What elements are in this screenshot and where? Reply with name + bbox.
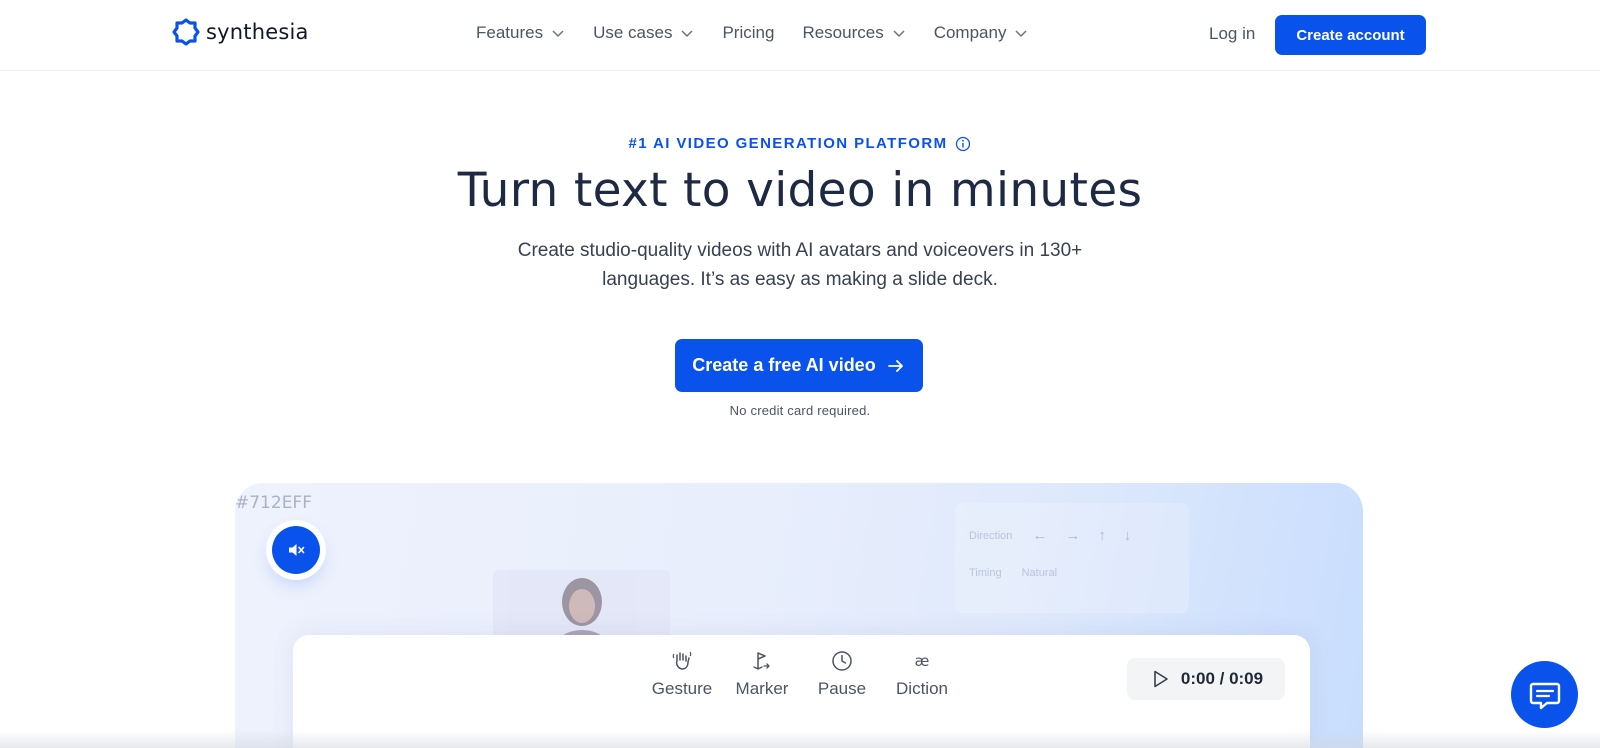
chat-icon: [1529, 682, 1560, 709]
nav-label: Use cases: [593, 23, 673, 42]
arrow-left-icon[interactable]: ←: [1032, 527, 1047, 544]
no-credit-card-note: No credit card required.: [729, 403, 871, 418]
direction-label: Direction: [969, 529, 1013, 542]
nav-item-company[interactable]: Company: [934, 23, 1029, 43]
tool-gesture[interactable]: Gesture: [651, 649, 713, 699]
nav-item-features[interactable]: Features: [476, 23, 565, 43]
chat-launcher-button[interactable]: [1511, 661, 1578, 728]
nav-label: Features: [476, 23, 544, 42]
site-header: synthesia Features Use cases Pricing Res…: [0, 0, 1600, 71]
hero-eyebrow: #1 AI VIDEO GENERATION PLATFORM: [0, 135, 1600, 152]
speaker-muted-icon: [289, 544, 305, 556]
arrow-right-icon[interactable]: →: [1065, 527, 1080, 544]
bottom-shadow: [0, 730, 1600, 748]
nav-item-resources[interactable]: Resources: [802, 23, 905, 43]
tool-diction[interactable]: æ Diction: [893, 649, 951, 699]
chevron-down-icon: [552, 30, 564, 38]
color-tag: #712EFF: [235, 493, 312, 513]
login-link[interactable]: Log in: [1209, 24, 1255, 44]
arrow-down-icon[interactable]: ↓: [1124, 527, 1132, 544]
diction-icon: æ: [915, 652, 930, 670]
direction-row: Direction ← → ↑ ↓: [969, 527, 1131, 544]
nav-label: Resources: [802, 23, 884, 42]
tool-label: Gesture: [651, 679, 713, 698]
arrow-up-icon[interactable]: ↑: [1098, 527, 1106, 544]
product-video-preview[interactable]: #712EFF Direction ← → ↑ ↓ Timing Natural: [235, 483, 1363, 748]
chevron-down-icon: [1015, 30, 1027, 38]
marker-icon: [753, 652, 770, 670]
cta-label: Create a free AI video: [692, 355, 876, 375]
chevron-down-icon: [893, 30, 905, 38]
nav-item-pricing[interactable]: Pricing: [722, 23, 774, 43]
timing-row: Timing Natural: [969, 567, 1057, 579]
chevron-down-icon: [681, 30, 693, 38]
play-icon: [1154, 670, 1168, 688]
tool-label: Marker: [735, 679, 789, 698]
eyebrow-text: #1 AI VIDEO GENERATION PLATFORM: [628, 135, 948, 152]
create-account-button[interactable]: Create account: [1275, 15, 1426, 55]
arrow-right-icon: [887, 359, 903, 372]
tool-pause[interactable]: Pause: [813, 649, 871, 699]
unmute-button[interactable]: [272, 526, 320, 574]
nav-label: Company: [933, 23, 1007, 42]
logo-text: synthesia: [206, 20, 309, 44]
tool-label: Pause: [817, 679, 867, 698]
svg-text:æ: æ: [915, 652, 930, 670]
nav-label: Pricing: [722, 23, 775, 42]
clock-icon: [832, 651, 852, 671]
playback-time: 0:00 / 0:09: [1180, 669, 1264, 688]
hero-title: Turn text to video in minutes: [457, 163, 1143, 218]
synthesia-logo-icon: [172, 18, 200, 46]
timing-label: Timing: [969, 567, 1002, 579]
synthesia-logo[interactable]: synthesia: [172, 18, 309, 46]
timing-select[interactable]: Natural: [1022, 567, 1057, 579]
nav-item-use-cases[interactable]: Use cases: [593, 23, 694, 43]
direction-arrows: ← → ↑ ↓: [1032, 527, 1131, 544]
hero-subtitle: Create studio-quality videos with AI ava…: [517, 240, 1083, 290]
info-icon[interactable]: [955, 136, 971, 152]
tool-label: Diction: [896, 679, 948, 698]
hand-wave-icon: [672, 651, 692, 670]
playback-control[interactable]: 0:00 / 0:09: [1127, 658, 1285, 700]
editor-toolbar: Gesture Marker Pause æ Diction: [651, 649, 951, 699]
direction-settings-panel: Direction ← → ↑ ↓ Timing Natural: [955, 503, 1189, 613]
main-nav: Features Use cases Pricing Resources Com…: [476, 23, 1056, 43]
tool-marker[interactable]: Marker: [733, 649, 791, 699]
create-free-video-button[interactable]: Create a free AI video: [675, 339, 923, 392]
